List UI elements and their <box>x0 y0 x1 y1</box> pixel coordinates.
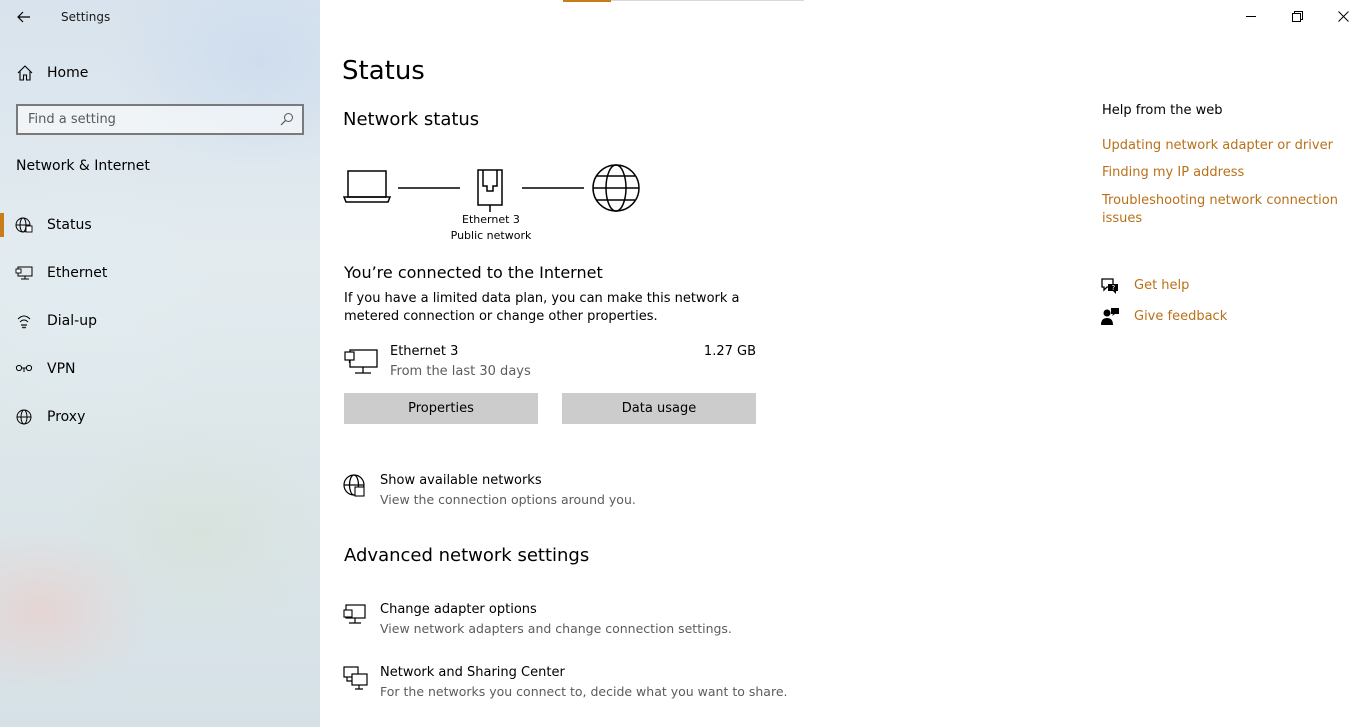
globe-icon <box>15 217 33 233</box>
give-feedback-link[interactable]: Give feedback <box>1100 307 1300 329</box>
advanced-settings-title: Advanced network settings <box>344 545 590 566</box>
show-networks-title: Show available networks <box>380 473 542 488</box>
sidebar-item-proxy[interactable]: Proxy <box>0 397 320 437</box>
connection-period: From the last 30 days <box>390 364 531 379</box>
ethernet-port-icon <box>477 169 503 212</box>
home-label: Home <box>47 65 89 81</box>
help-link-update-adapter[interactable]: Updating network adapter or driver <box>1102 137 1352 155</box>
globe-icon <box>16 409 32 425</box>
vpn-icon <box>15 364 33 372</box>
diagram-adapter-name: Ethernet 3 <box>462 213 520 226</box>
change-adapter-options[interactable]: Change adapter options View network adap… <box>343 602 783 642</box>
sharing-center-title: Network and Sharing Center <box>380 665 565 680</box>
sidebar-item-label: Dial-up <box>47 313 97 329</box>
sidebar-item-vpn[interactable]: VPN <box>0 349 320 389</box>
network-globe-icon <box>343 474 365 497</box>
network-status-title: Network status <box>343 109 480 130</box>
close-button[interactable] <box>1320 0 1366 32</box>
network-sharing-center[interactable]: Network and Sharing Center For the netwo… <box>343 665 788 705</box>
title-bar-left: Settings <box>0 0 320 34</box>
dialup-icon <box>17 315 31 329</box>
sidebar-item-label: Status <box>47 217 92 233</box>
selected-indicator <box>0 213 4 237</box>
progress-accent <box>563 0 611 2</box>
connection-summary: Ethernet 3 From the last 30 days 1.27 GB <box>344 344 756 384</box>
section-title: Network & Internet <box>16 158 150 174</box>
properties-button[interactable]: Properties <box>344 393 538 424</box>
help-title: Help from the web <box>1102 103 1223 118</box>
change-adapter-subtitle: View network adapters and change connect… <box>380 621 732 636</box>
restore-icon <box>1291 10 1303 22</box>
internet-globe-icon <box>592 164 640 212</box>
get-help-link[interactable]: ? Get help <box>1100 276 1300 298</box>
back-button[interactable] <box>10 4 38 30</box>
sidebar-item-label: VPN <box>47 361 76 377</box>
sidebar-item-dialup[interactable]: Dial-up <box>0 301 320 341</box>
restore-button[interactable] <box>1274 0 1320 32</box>
data-used: 1.27 GB <box>703 344 756 359</box>
show-networks-subtitle: View the connection options around you. <box>380 492 636 507</box>
data-usage-button[interactable]: Data usage <box>562 393 756 424</box>
close-icon <box>1337 10 1349 22</box>
network-diagram: Ethernet 3 Public network <box>342 160 643 250</box>
sidebar-item-label: Ethernet <box>47 265 108 281</box>
diagram-network-type: Public network <box>450 229 532 242</box>
app-title: Settings <box>61 10 111 24</box>
search-icon[interactable] <box>280 112 294 126</box>
get-help-icon: ? <box>1101 278 1118 294</box>
home-icon <box>17 65 33 81</box>
sharing-center-subtitle: For the networks you connect to, decide … <box>380 684 788 699</box>
svg-text:?: ? <box>1112 284 1116 292</box>
help-link-find-ip[interactable]: Finding my IP address <box>1102 164 1352 182</box>
laptop-icon <box>342 170 392 203</box>
network-diagram-graphic <box>342 164 640 212</box>
sidebar: Settings Home Network & Internet Status <box>0 0 320 727</box>
ethernet-icon <box>15 266 33 280</box>
minimize-button[interactable] <box>1228 0 1274 32</box>
metered-description: If you have a limited data plan, you can… <box>344 291 740 324</box>
sidebar-item-label: Proxy <box>47 409 86 425</box>
sidebar-item-ethernet[interactable]: Ethernet <box>0 253 320 293</box>
nav-home[interactable]: Home <box>0 56 320 90</box>
sharing-center-icon <box>343 666 368 690</box>
change-adapter-title: Change adapter options <box>380 602 537 617</box>
search-box <box>16 104 304 135</box>
help-link-troubleshoot[interactable]: Troubleshooting network connection issue… <box>1102 192 1342 228</box>
back-arrow-icon <box>17 11 30 23</box>
page-title: Status <box>342 56 425 86</box>
search-input[interactable] <box>18 106 268 133</box>
adapter-icon <box>343 604 366 624</box>
give-feedback-label: Give feedback <box>1134 309 1228 324</box>
feedback-icon <box>1101 308 1119 325</box>
get-help-label: Get help <box>1134 278 1190 293</box>
show-available-networks[interactable]: Show available networks View the connect… <box>343 473 783 513</box>
connected-heading: You’re connected to the Internet <box>344 263 603 282</box>
minimize-icon <box>1246 16 1256 17</box>
connection-name: Ethernet 3 <box>390 344 459 359</box>
ethernet-icon <box>344 349 378 374</box>
sidebar-item-status[interactable]: Status <box>0 205 320 245</box>
